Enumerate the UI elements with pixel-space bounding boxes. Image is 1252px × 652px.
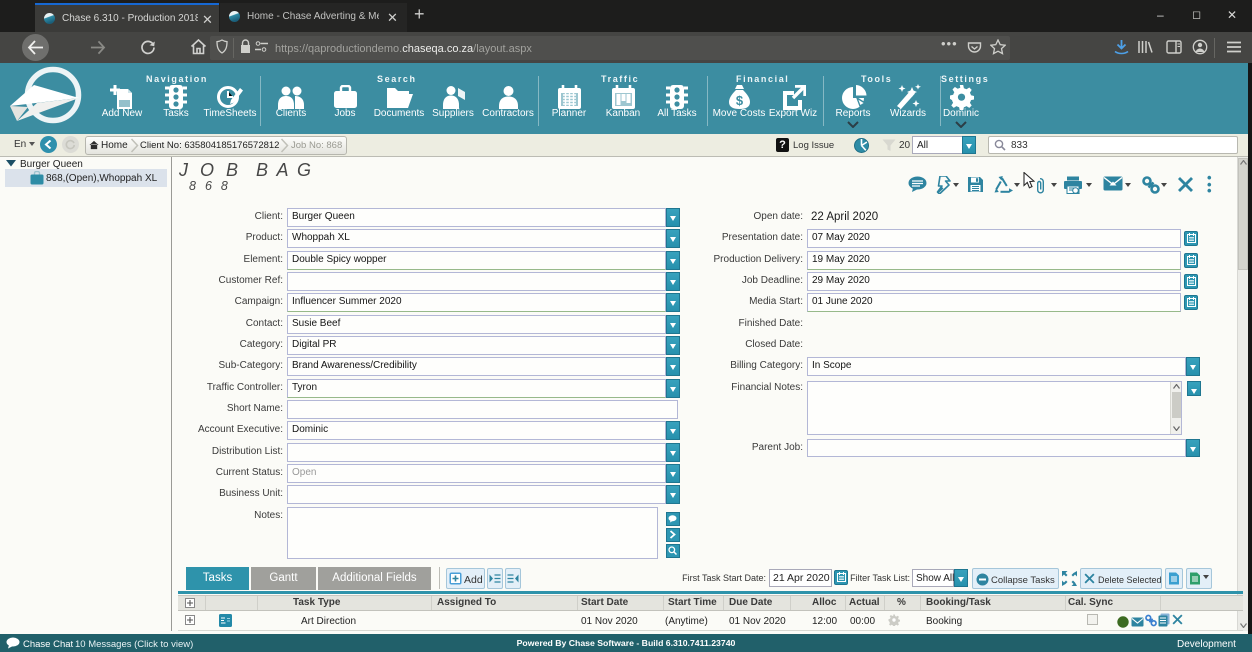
svg-text:$: $ — [736, 93, 744, 108]
